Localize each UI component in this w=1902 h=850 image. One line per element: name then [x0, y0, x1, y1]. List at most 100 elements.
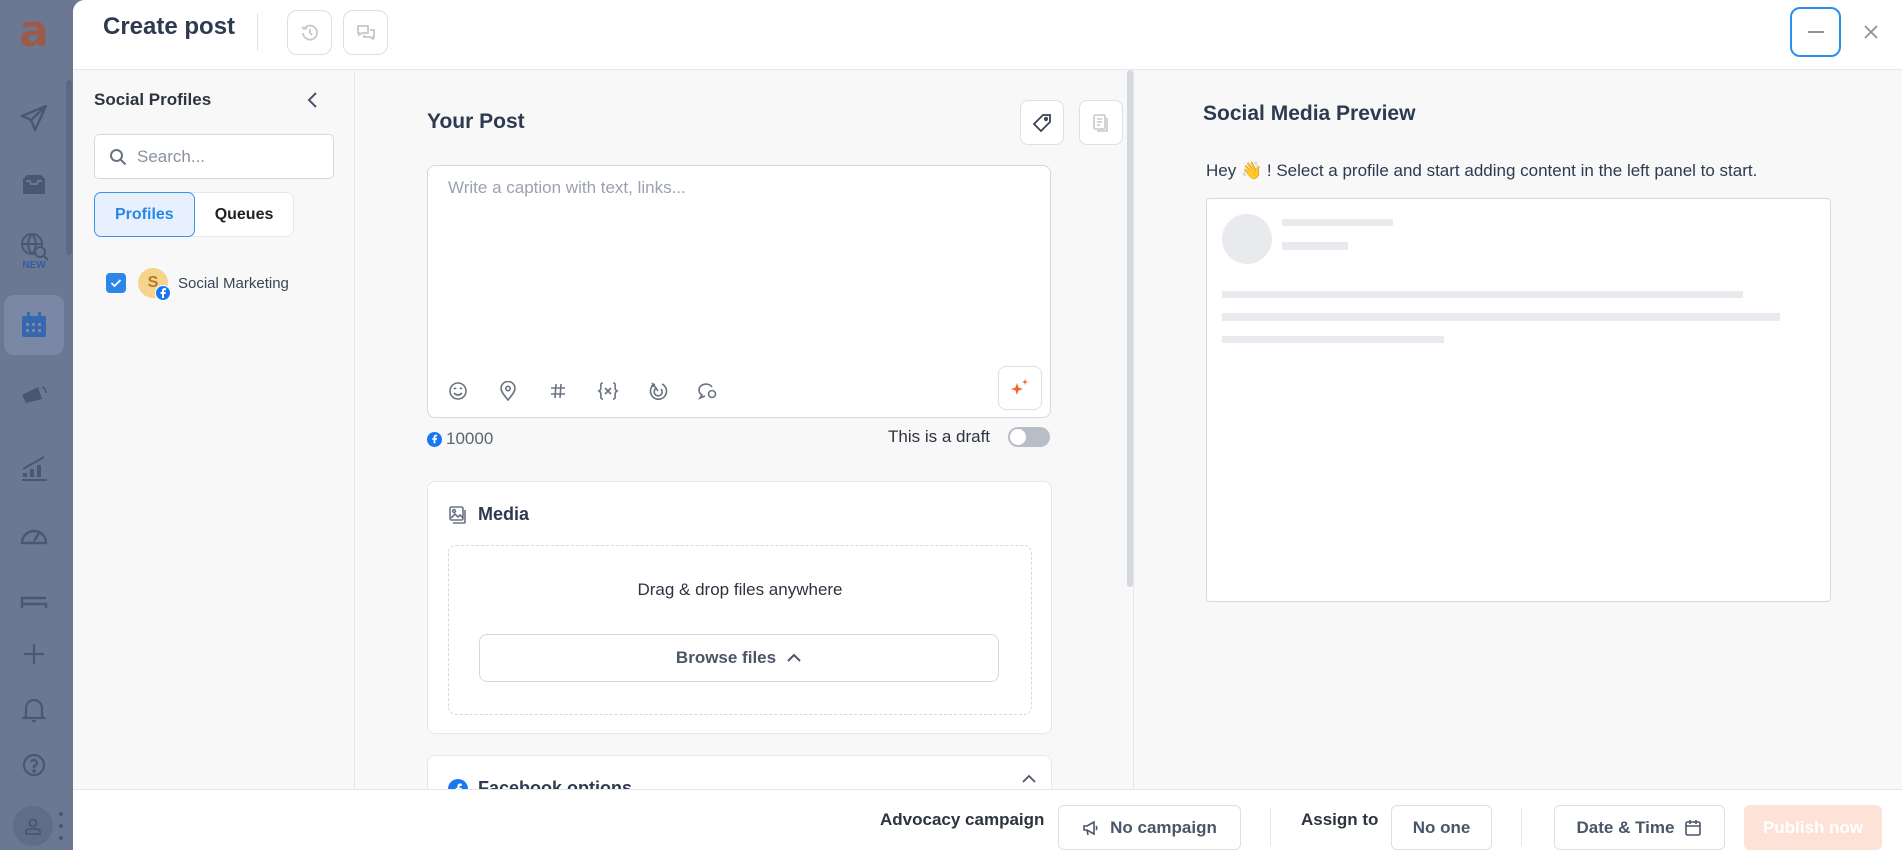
chevron-left-icon — [307, 92, 317, 108]
dropzone-text: Drag & drop files anywhere — [637, 580, 843, 599]
caption-input[interactable] — [448, 178, 1028, 358]
hashtag-icon — [551, 383, 565, 399]
user-avatar[interactable] — [13, 806, 53, 846]
dashboard-icon — [20, 529, 48, 545]
media-header: Media — [448, 504, 529, 525]
preview-panel: Social Media Preview Hey 👋 ! Select a pr… — [1134, 70, 1902, 789]
skeleton-line — [1222, 291, 1743, 298]
tag-icon — [1032, 113, 1051, 132]
tab-profiles[interactable]: Profiles — [94, 192, 195, 237]
globe-search-icon — [21, 232, 49, 261]
bed-icon — [20, 596, 48, 608]
bell-icon — [21, 698, 47, 723]
skeleton-line — [1222, 313, 1780, 321]
image-icon — [448, 505, 468, 525]
rail-item-inbox[interactable] — [4, 155, 64, 215]
minimize-icon — [1807, 31, 1824, 33]
social-profiles-panel: Social Profiles Profiles Queues S Social… — [73, 70, 355, 789]
draft-toggle-row: This is a draft — [888, 427, 1051, 447]
targeting-button[interactable] — [646, 379, 670, 403]
app-logo[interactable]: a — [14, 10, 54, 54]
inbox-icon — [23, 175, 45, 194]
campaign-value: No campaign — [1110, 817, 1217, 837]
date-time-button[interactable]: Date & Time — [1554, 805, 1725, 850]
assign-to-label: Assign to — [1301, 810, 1379, 829]
rail-item-help[interactable] — [4, 735, 64, 795]
labels-button[interactable] — [1020, 100, 1064, 145]
facebook-icon — [427, 431, 442, 447]
facebook-options-card[interactable]: Facebook options — [427, 755, 1052, 789]
hashtag-button[interactable] — [546, 379, 570, 403]
footer-divider — [1270, 808, 1271, 846]
draft-label: This is a draft — [888, 427, 991, 446]
collapse-panel-button[interactable] — [300, 88, 324, 112]
media-title: Media — [478, 504, 530, 524]
comments-icon — [356, 24, 375, 41]
social-profiles-title: Social Profiles — [94, 90, 212, 109]
facebook-badge-icon — [155, 285, 171, 301]
facebook-options-header: Facebook options — [448, 778, 632, 789]
location-button[interactable] — [496, 379, 520, 403]
rail-scrollbar[interactable] — [66, 80, 72, 255]
assign-value: No one — [1412, 817, 1471, 837]
caption-box — [427, 165, 1051, 418]
target-icon — [649, 382, 668, 400]
media-dropzone[interactable]: Drag & drop files anywhere Browse files — [448, 545, 1032, 715]
variable-icon — [597, 382, 619, 400]
rail-item-advocacy[interactable] — [4, 365, 64, 425]
campaign-select[interactable]: No campaign — [1058, 805, 1241, 850]
check-icon — [110, 279, 122, 288]
browse-files-label: Browse files — [675, 648, 777, 667]
your-post-title: Your Post — [427, 110, 525, 133]
emoji-button[interactable] — [446, 379, 470, 403]
ai-assistant-button[interactable] — [998, 366, 1042, 410]
rail-item-dashboard[interactable] — [4, 505, 64, 565]
analytics-icon — [22, 456, 47, 481]
comments-button[interactable] — [343, 10, 388, 55]
app-rail: a NEW — [0, 0, 74, 850]
more-menu-dots[interactable] — [58, 812, 64, 840]
profile-item[interactable]: S Social Marketing — [106, 268, 289, 301]
chevron-up-icon — [787, 653, 801, 662]
tab-queues[interactable]: Queues — [195, 193, 294, 236]
preview-hint: Hey 👋 ! Select a profile and start addin… — [1206, 161, 1757, 181]
help-icon — [22, 753, 46, 777]
megaphone-icon — [22, 386, 47, 403]
variables-button[interactable] — [596, 379, 620, 403]
chat-icon — [697, 383, 717, 400]
advocacy-campaign-label: Advocacy campaign — [880, 810, 1045, 829]
rail-item-analytics[interactable] — [4, 437, 64, 497]
draft-toggle[interactable] — [1008, 427, 1051, 447]
facebook-icon — [448, 778, 468, 789]
assign-select[interactable]: No one — [1391, 805, 1492, 850]
chevron-up-icon[interactable] — [1021, 774, 1037, 784]
browse-files-button[interactable]: Browse files — [479, 634, 999, 682]
profile-checkbox[interactable] — [106, 273, 126, 293]
rail-item-calendar[interactable] — [4, 295, 64, 355]
templates-button[interactable] — [1079, 100, 1123, 145]
plus-icon — [24, 644, 44, 664]
rail-item-create[interactable] — [4, 624, 64, 684]
char-count: 10000 — [446, 429, 494, 448]
search-icon — [110, 148, 127, 165]
hint-text: ! Select a profile and start adding cont… — [1266, 161, 1758, 180]
calendar-icon — [1685, 819, 1702, 836]
rail-item-bed[interactable] — [4, 570, 64, 630]
history-button[interactable] — [287, 10, 332, 55]
modal-footer: Advocacy campaign No campaign Assign to … — [73, 789, 1902, 850]
close-button[interactable] — [1855, 16, 1887, 48]
search-input[interactable] — [137, 146, 317, 167]
minimize-button[interactable] — [1790, 7, 1841, 57]
modal-header: Create post — [73, 0, 1902, 70]
publish-now-button[interactable]: Publish now — [1744, 805, 1882, 850]
rail-item-publish[interactable] — [4, 88, 64, 148]
history-icon — [300, 24, 318, 41]
rail-item-notifications[interactable] — [4, 680, 64, 740]
rail-item-listening[interactable]: NEW — [4, 220, 64, 280]
close-icon — [1864, 25, 1878, 39]
sparkle-icon — [1011, 379, 1028, 395]
preview-card-skeleton — [1206, 198, 1831, 602]
hint-prefix: Hey — [1206, 161, 1237, 180]
first-comment-button[interactable] — [696, 379, 720, 403]
document-icon — [1093, 113, 1108, 132]
